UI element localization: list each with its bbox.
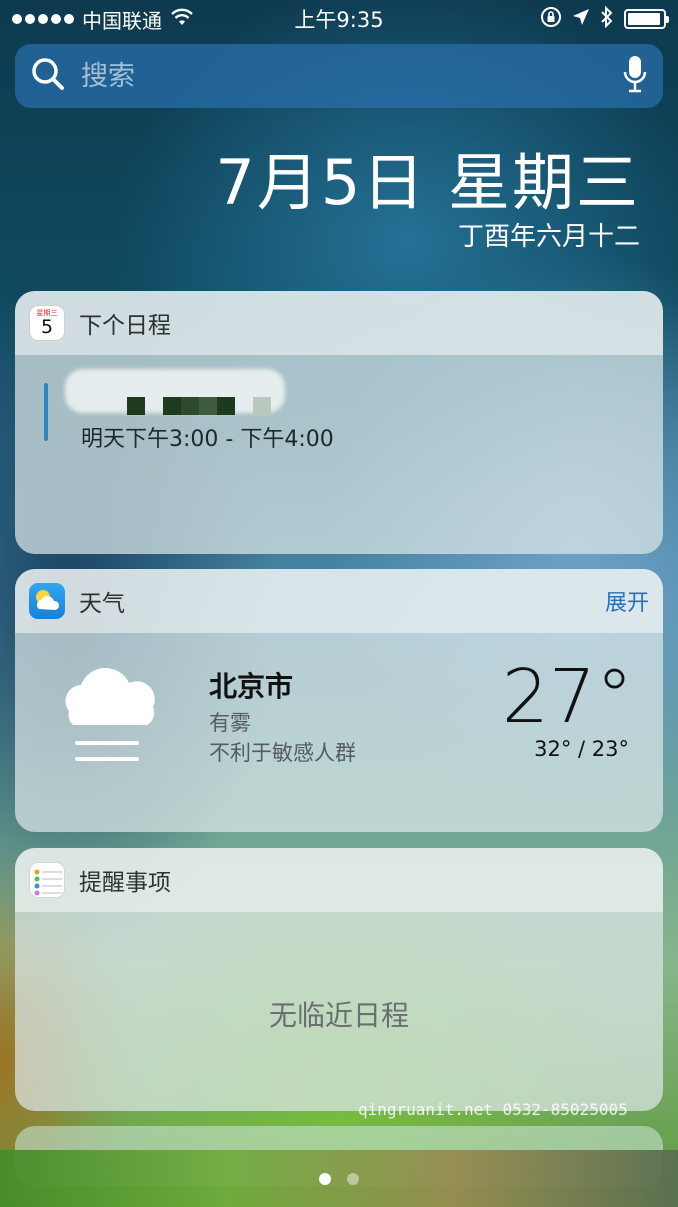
status-right <box>540 5 669 33</box>
search-input[interactable] <box>81 60 623 92</box>
watermark-text: qingruanit.net 0532-85025005 <box>358 1100 628 1119</box>
weather-widget[interactable]: 天气 展开 北京市 有雾 不利于敏感人群 27° 32° / 23° <box>15 569 663 832</box>
reminders-widget-header[interactable]: 提醒事项 <box>15 848 663 912</box>
weather-widget-header[interactable]: 天气 展开 <box>15 569 663 633</box>
battery-icon <box>624 9 669 29</box>
signal-strength-icon <box>12 14 74 24</box>
air-quality: 不利于敏感人群 <box>209 741 356 765</box>
current-temperature: 27° <box>501 654 633 740</box>
carrier-name: 中国联通 <box>82 8 162 33</box>
calendar-app-icon: 星期三 5 <box>29 305 65 341</box>
search-icon <box>31 57 65 95</box>
expand-button[interactable]: 展开 <box>605 585 649 617</box>
search-bar[interactable] <box>15 44 663 108</box>
calendar-icon-day: 5 <box>40 316 54 338</box>
status-bar: 中国联通 上午9:35 <box>0 0 678 38</box>
weather-widget-title: 天气 <box>79 591 125 617</box>
weather-condition: 有雾 <box>209 711 251 735</box>
event-title-pixelated <box>127 397 271 415</box>
bluetooth-icon <box>600 5 614 33</box>
reminders-widget[interactable]: 提醒事项 无临近日程 <box>15 848 663 1111</box>
calendar-widget-header[interactable]: 星期三 5 下个日程 <box>15 291 663 355</box>
wifi-icon <box>170 7 194 31</box>
reminders-app-icon <box>29 862 65 898</box>
no-reminders-text: 无临近日程 <box>268 999 409 1032</box>
page-indicator[interactable] <box>0 1173 678 1185</box>
event-time[interactable]: 明天下午3:00 - 下午4:00 <box>81 421 334 453</box>
event-color-bar <box>44 383 48 441</box>
date-heading: 7月5日 星期三 <box>215 146 640 219</box>
temperature-range: 32° / 23° <box>534 737 629 761</box>
weather-city: 北京市 <box>209 670 294 703</box>
microphone-icon[interactable] <box>623 54 647 98</box>
calendar-widget-title: 下个日程 <box>79 313 171 339</box>
reminders-widget-title: 提醒事项 <box>79 870 171 896</box>
weather-app-icon <box>29 583 65 619</box>
rotation-lock-icon <box>540 6 562 33</box>
page-dot-1[interactable] <box>319 1173 331 1185</box>
lunar-date: 丁酉年六月十二 <box>457 222 640 252</box>
calendar-widget[interactable]: 星期三 5 下个日程 明天下午3:00 - 下午4:00 <box>15 291 663 554</box>
battery-level <box>628 13 661 25</box>
page-dot-2[interactable] <box>347 1173 359 1185</box>
status-left: 中国联通 <box>12 5 194 34</box>
fog-icon <box>55 661 165 775</box>
location-arrow-icon <box>572 7 590 31</box>
